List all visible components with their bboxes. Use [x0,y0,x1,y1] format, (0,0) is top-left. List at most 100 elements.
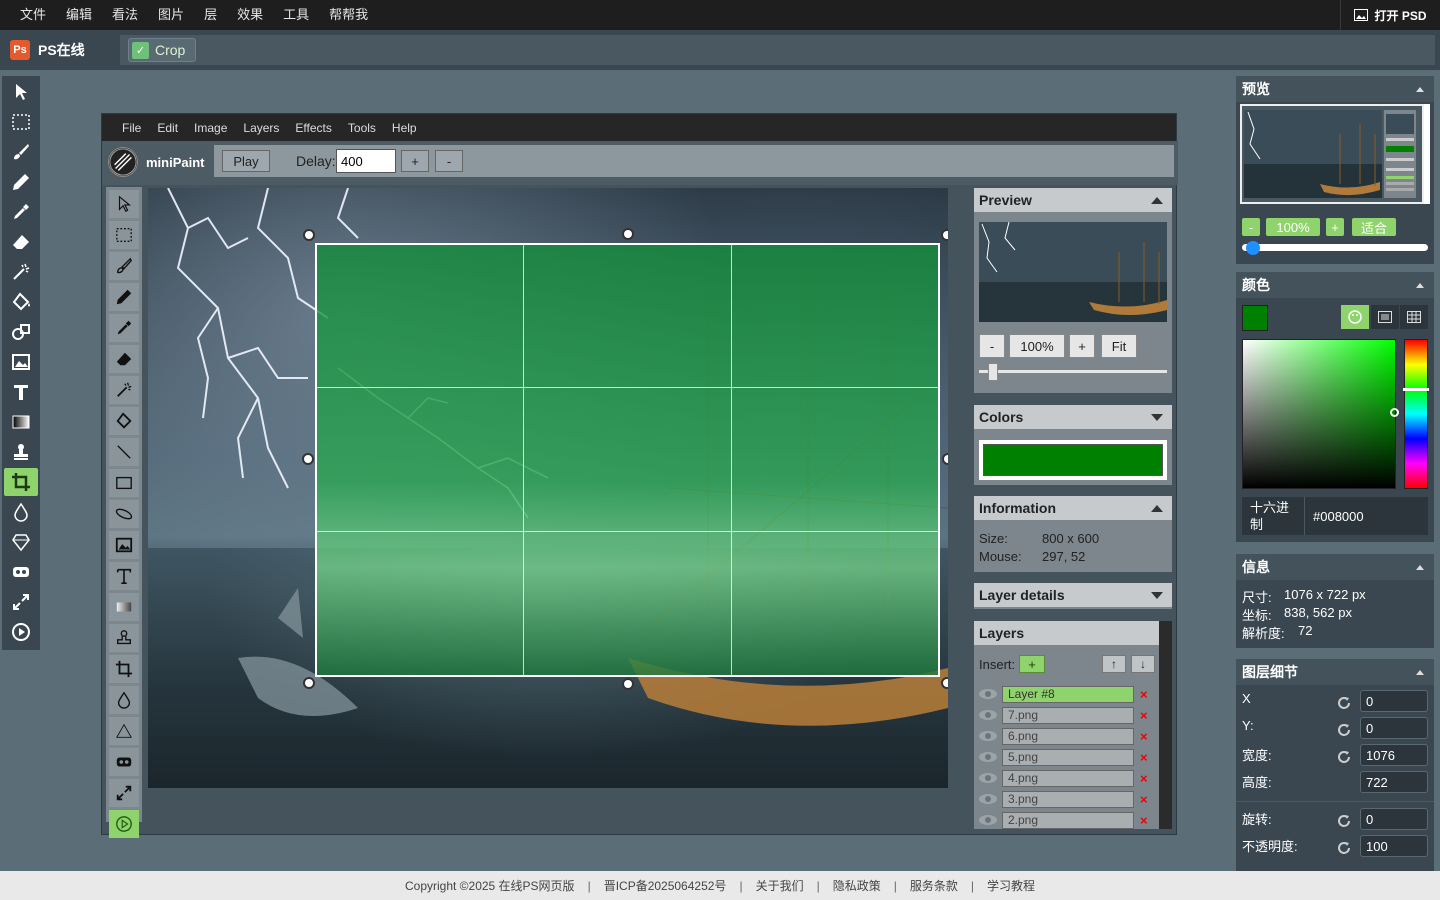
mp-layer-up-button[interactable]: ↑ [1102,655,1126,673]
delay-input[interactable]: 400 [336,149,396,173]
mp-layers-header[interactable]: Layers [974,621,1159,645]
delete-layer-icon[interactable]: × [1140,687,1148,702]
mp-zoom-slider-track[interactable] [979,370,1167,373]
mp-sharpen-tool[interactable] [109,717,139,745]
menu-effects[interactable]: 效果 [227,0,273,30]
mp-layer-down-button[interactable]: ↓ [1131,655,1155,673]
menu-tools[interactable]: 工具 [273,0,319,30]
eye-icon[interactable] [978,814,998,826]
layer-name[interactable]: 7.png [1002,706,1134,724]
delete-layer-icon[interactable]: × [1140,771,1148,786]
delete-layer-icon[interactable]: × [1140,708,1148,723]
mp-menu-image[interactable]: Image [186,121,235,135]
menu-view[interactable]: 看法 [102,0,148,30]
grid-mode-button[interactable] [1400,305,1428,329]
crop-apply-button[interactable]: ✓ Crop [128,38,196,62]
right-zoom-slider-track[interactable] [1242,244,1428,251]
mp-preview-zoom-value[interactable]: 100% [1009,334,1065,358]
mp-resize-tool[interactable] [109,779,139,807]
right-zoom-fit[interactable]: 适合 [1352,218,1396,236]
pointer-tool[interactable] [4,78,38,106]
crop-handle-top[interactable] [622,228,634,240]
mp-animation-tool[interactable] [109,810,139,838]
list-mode-button[interactable] [1371,305,1399,329]
mp-colors-header[interactable]: Colors [974,405,1172,429]
crop-handle-left[interactable] [302,453,314,465]
hex-input[interactable]: #008000 [1304,497,1428,535]
mp-preview-thumbnail[interactable] [979,222,1167,322]
mp-blur-tool[interactable] [109,686,139,714]
menu-image[interactable]: 图片 [148,0,194,30]
delete-layer-icon[interactable]: × [1140,813,1148,828]
footer-tutorial-link[interactable]: 学习教程 [987,877,1035,894]
mp-line-tool[interactable] [109,438,139,466]
right-layer-detail-header[interactable]: 图层细节 [1236,659,1434,685]
eye-icon[interactable] [978,730,998,742]
mp-pointer-tool[interactable] [109,190,139,218]
right-color-swatch[interactable] [1242,305,1268,331]
mp-menu-help[interactable]: Help [384,121,425,135]
footer-about-link[interactable]: 关于我们 [756,877,804,894]
layer-name[interactable]: 5.png [1002,748,1134,766]
mp-zoom-slider-thumb[interactable] [988,363,998,381]
right-preview-header[interactable]: 预览 [1236,76,1434,102]
layer-row[interactable]: 2.png × [978,811,1158,829]
mp-crop-tool[interactable] [109,655,139,683]
ld-rotate-input[interactable]: 0 [1360,808,1428,830]
menu-help[interactable]: 帮帮我 [319,0,378,30]
layer-row[interactable]: 5.png × [978,748,1158,766]
eraser-tool[interactable] [4,228,38,256]
layer-row[interactable]: Layer #8 × [978,685,1158,703]
ld-width-input[interactable]: 1076 [1360,744,1428,766]
gradient-tool[interactable] [4,408,38,436]
right-info-header[interactable]: 信息 [1236,554,1434,580]
crop-handle-bottom-left[interactable] [303,677,315,689]
eye-icon[interactable] [978,688,998,700]
eye-icon[interactable] [978,709,998,721]
mp-rect-tool[interactable] [109,469,139,497]
mp-pipette-tool[interactable] [109,314,139,342]
ld-height-input[interactable]: 722 [1360,771,1428,793]
menu-edit[interactable]: 编辑 [56,0,102,30]
layer-name[interactable]: 2.png [1002,811,1134,829]
resize-tool[interactable] [4,588,38,616]
ld-opacity-input[interactable]: 100 [1360,835,1428,857]
layer-row[interactable]: 6.png × [978,727,1158,745]
stamp-tool[interactable] [4,438,38,466]
reset-icon[interactable] [1336,722,1352,738]
ld-y-input[interactable]: 0 [1360,717,1428,739]
layer-name[interactable]: 6.png [1002,727,1134,745]
mp-insert-layer-button[interactable]: + [1019,655,1045,673]
right-zoom-in[interactable]: + [1326,218,1344,236]
reset-icon[interactable] [1336,840,1352,856]
eye-icon[interactable] [978,793,998,805]
mp-layer-details-header[interactable]: Layer details [974,583,1172,607]
mp-menu-layers[interactable]: Layers [235,121,287,135]
minipaint-logo[interactable]: miniPaint [108,147,205,177]
mp-layers-scrollbar[interactable] [1159,621,1172,829]
mp-eraser-tool[interactable] [109,345,139,373]
right-zoom-value[interactable]: 100% [1266,218,1320,236]
footer-privacy-link[interactable]: 隐私政策 [833,877,881,894]
eye-icon[interactable] [978,772,998,784]
hue-slider[interactable] [1404,339,1428,489]
app-logo[interactable]: Ps PS在线 [10,40,120,60]
color-picker-cursor[interactable] [1390,408,1399,417]
mp-ellipse-tool[interactable] [109,500,139,528]
mp-preview-zoom-in[interactable]: + [1069,334,1095,358]
layer-name[interactable]: 3.png [1002,790,1134,808]
play-button[interactable]: Play [222,150,270,172]
delete-layer-icon[interactable]: × [1140,729,1148,744]
mp-fill-tool[interactable] [109,407,139,435]
saturation-picker[interactable] [1242,339,1396,489]
fill-tool[interactable] [4,288,38,316]
crop-handle-bottom-right[interactable] [941,677,948,689]
crop-handle-top-left[interactable] [303,229,315,241]
ld-x-input[interactable]: 0 [1360,690,1428,712]
layer-row[interactable]: 3.png × [978,790,1158,808]
mp-select-tool[interactable] [109,221,139,249]
shape-tool[interactable] [4,318,38,346]
reset-icon[interactable] [1336,749,1352,765]
footer-icp-link[interactable]: 晋ICP备2025064252号 [604,877,727,894]
reset-icon[interactable] [1336,813,1352,829]
